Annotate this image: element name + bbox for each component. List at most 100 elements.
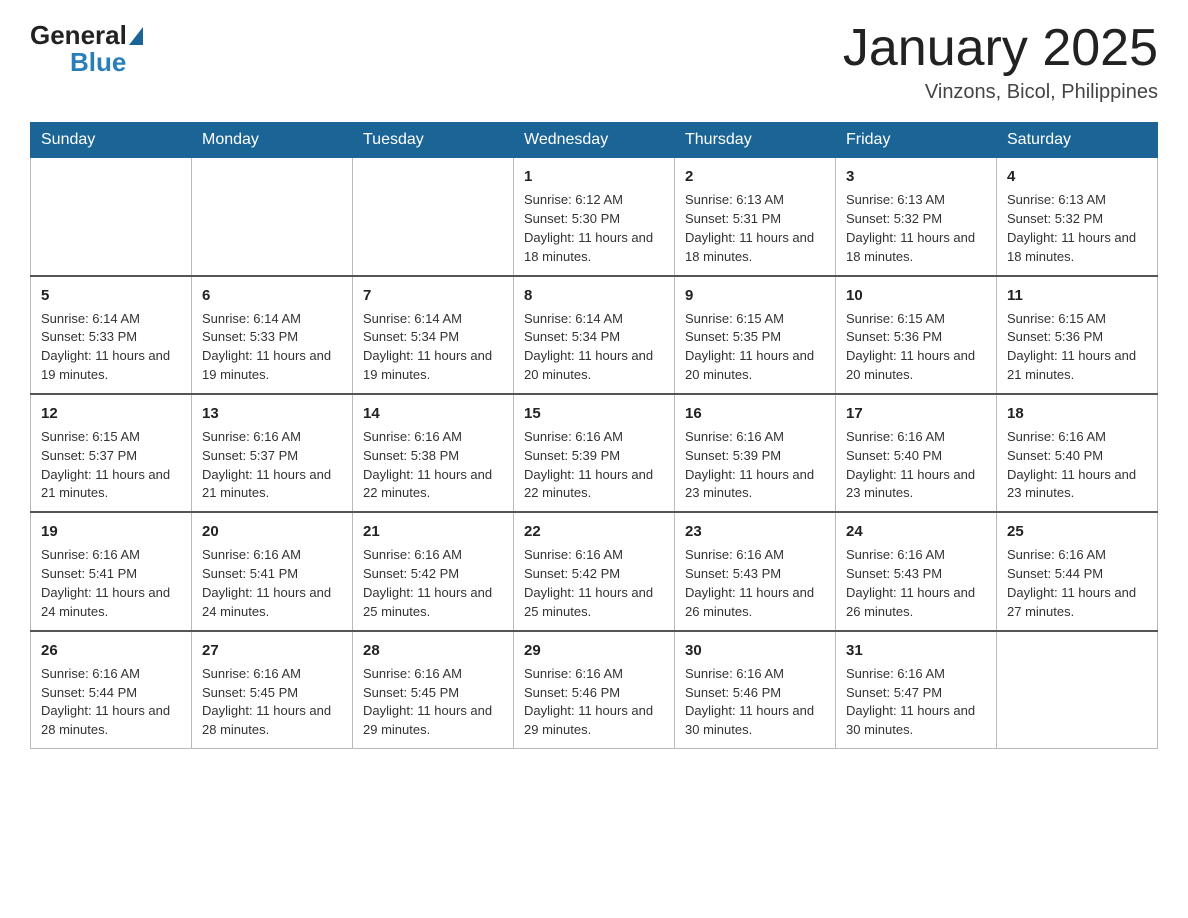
day-number: 23: [685, 521, 825, 542]
day-info: Sunrise: 6:16 AMSunset: 5:41 PMDaylight:…: [202, 546, 342, 621]
calendar-cell: 23 Sunrise: 6:16 AMSunset: 5:43 PMDayligh…: [675, 512, 836, 630]
calendar-cell: 1 Sunrise: 6:12 AMSunset: 5:30 PMDaylight…: [514, 158, 675, 276]
calendar-cell: 25 Sunrise: 6:16 AMSunset: 5:44 PMDayligh…: [997, 512, 1158, 630]
day-number: 27: [202, 640, 342, 661]
calendar-cell: 3Sunrise: 6:13 AMSunset: 5:32 PMDaylight…: [836, 158, 997, 276]
calendar-header-row: SundayMondayTuesdayWednesdayThursdayFrid…: [31, 123, 1158, 158]
day-info: Sunrise: 6:16 AMSunset: 5:43 PMDaylight:…: [846, 546, 986, 621]
calendar-cell: 5 Sunrise: 6:14 AMSunset: 5:33 PMDaylight…: [31, 276, 192, 394]
day-number: 12: [41, 403, 181, 424]
calendar-week-row-4: 19 Sunrise: 6:16 AMSunset: 5:41 PMDayligh…: [31, 512, 1158, 630]
day-info: Sunrise: 6:16 AMSunset: 5:39 PMDaylight:…: [524, 428, 664, 503]
logo-blue-text: Blue: [70, 47, 126, 78]
calendar-table: SundayMondayTuesdayWednesdayThursdayFrid…: [30, 122, 1158, 749]
day-info: Sunrise: 6:16 AMSunset: 5:43 PMDaylight:…: [685, 546, 825, 621]
calendar-cell: 17 Sunrise: 6:16 AMSunset: 5:40 PMDayligh…: [836, 394, 997, 512]
day-info: Sunrise: 6:12 AMSunset: 5:30 PMDaylight:…: [524, 191, 664, 266]
calendar-cell: 6 Sunrise: 6:14 AMSunset: 5:33 PMDaylight…: [192, 276, 353, 394]
column-header-wednesday: Wednesday: [514, 123, 675, 158]
calendar-cell: 20Sunrise: 6:16 AMSunset: 5:41 PMDayligh…: [192, 512, 353, 630]
day-info: Sunrise: 6:16 AMSunset: 5:47 PMDaylight:…: [846, 665, 986, 740]
calendar-cell: [31, 158, 192, 276]
calendar-cell: 31Sunrise: 6:16 AMSunset: 5:47 PMDayligh…: [836, 631, 997, 749]
calendar-cell: 29 Sunrise: 6:16 AMSunset: 5:46 PMDayligh…: [514, 631, 675, 749]
column-header-sunday: Sunday: [31, 123, 192, 158]
day-number: 15: [524, 403, 664, 424]
day-info: Sunrise: 6:16 AMSunset: 5:39 PMDaylight:…: [685, 428, 825, 503]
day-number: 14: [363, 403, 503, 424]
calendar-cell: 4 Sunrise: 6:13 AMSunset: 5:32 PMDaylight…: [997, 158, 1158, 276]
calendar-cell: 21 Sunrise: 6:16 AMSunset: 5:42 PMDayligh…: [353, 512, 514, 630]
day-info: Sunrise: 6:16 AMSunset: 5:44 PMDaylight:…: [41, 665, 181, 740]
day-info: Sunrise: 6:16 AMSunset: 5:45 PMDaylight:…: [363, 665, 503, 740]
day-info: Sunrise: 6:16 AMSunset: 5:42 PMDaylight:…: [524, 546, 664, 621]
day-number: 10: [846, 285, 986, 306]
calendar-cell: 12Sunrise: 6:15 AMSunset: 5:37 PMDayligh…: [31, 394, 192, 512]
day-info: Sunrise: 6:16 AMSunset: 5:38 PMDaylight:…: [363, 428, 503, 503]
calendar-cell: 19Sunrise: 6:16 AMSunset: 5:41 PMDayligh…: [31, 512, 192, 630]
logo: General Blue: [30, 20, 145, 78]
day-number: 30: [685, 640, 825, 661]
day-info: Sunrise: 6:14 AMSunset: 5:34 PMDaylight:…: [363, 310, 503, 385]
day-info: Sunrise: 6:16 AMSunset: 5:40 PMDaylight:…: [846, 428, 986, 503]
calendar-cell: 11Sunrise: 6:15 AMSunset: 5:36 PMDayligh…: [997, 276, 1158, 394]
day-info: Sunrise: 6:14 AMSunset: 5:33 PMDaylight:…: [202, 310, 342, 385]
day-number: 19: [41, 521, 181, 542]
column-header-friday: Friday: [836, 123, 997, 158]
calendar-cell: 8 Sunrise: 6:14 AMSunset: 5:34 PMDaylight…: [514, 276, 675, 394]
month-title: January 2025: [843, 20, 1158, 77]
calendar-cell: 26 Sunrise: 6:16 AMSunset: 5:44 PMDayligh…: [31, 631, 192, 749]
day-number: 17: [846, 403, 986, 424]
column-header-thursday: Thursday: [675, 123, 836, 158]
day-number: 6: [202, 285, 342, 306]
day-number: 26: [41, 640, 181, 661]
day-number: 22: [524, 521, 664, 542]
calendar-cell: [997, 631, 1158, 749]
calendar-cell: 15 Sunrise: 6:16 AMSunset: 5:39 PMDayligh…: [514, 394, 675, 512]
location-label: Vinzons, Bicol, Philippines: [843, 81, 1158, 104]
day-info: Sunrise: 6:13 AMSunset: 5:32 PMDaylight:…: [1007, 191, 1147, 266]
calendar-cell: 24 Sunrise: 6:16 AMSunset: 5:43 PMDayligh…: [836, 512, 997, 630]
column-header-saturday: Saturday: [997, 123, 1158, 158]
day-info: Sunrise: 6:13 AMSunset: 5:32 PMDaylight:…: [846, 191, 986, 266]
calendar-cell: 16 Sunrise: 6:16 AMSunset: 5:39 PMDayligh…: [675, 394, 836, 512]
calendar-cell: [192, 158, 353, 276]
calendar-cell: 18Sunrise: 6:16 AMSunset: 5:40 PMDayligh…: [997, 394, 1158, 512]
day-info: Sunrise: 6:16 AMSunset: 5:45 PMDaylight:…: [202, 665, 342, 740]
column-header-monday: Monday: [192, 123, 353, 158]
day-number: 29: [524, 640, 664, 661]
day-info: Sunrise: 6:14 AMSunset: 5:33 PMDaylight:…: [41, 310, 181, 385]
day-number: 16: [685, 403, 825, 424]
day-info: Sunrise: 6:16 AMSunset: 5:37 PMDaylight:…: [202, 428, 342, 503]
day-number: 7: [363, 285, 503, 306]
calendar-cell: [353, 158, 514, 276]
calendar-cell: 10Sunrise: 6:15 AMSunset: 5:36 PMDayligh…: [836, 276, 997, 394]
day-number: 13: [202, 403, 342, 424]
calendar-week-row-5: 26 Sunrise: 6:16 AMSunset: 5:44 PMDayligh…: [31, 631, 1158, 749]
day-info: Sunrise: 6:16 AMSunset: 5:44 PMDaylight:…: [1007, 546, 1147, 621]
day-info: Sunrise: 6:16 AMSunset: 5:46 PMDaylight:…: [685, 665, 825, 740]
day-info: Sunrise: 6:13 AMSunset: 5:31 PMDaylight:…: [685, 191, 825, 266]
day-number: 8: [524, 285, 664, 306]
calendar-week-row-3: 12Sunrise: 6:15 AMSunset: 5:37 PMDayligh…: [31, 394, 1158, 512]
day-number: 25: [1007, 521, 1147, 542]
day-info: Sunrise: 6:14 AMSunset: 5:34 PMDaylight:…: [524, 310, 664, 385]
day-number: 9: [685, 285, 825, 306]
calendar-cell: 27 Sunrise: 6:16 AMSunset: 5:45 PMDayligh…: [192, 631, 353, 749]
day-number: 24: [846, 521, 986, 542]
day-info: Sunrise: 6:16 AMSunset: 5:46 PMDaylight:…: [524, 665, 664, 740]
calendar-cell: 7 Sunrise: 6:14 AMSunset: 5:34 PMDaylight…: [353, 276, 514, 394]
calendar-cell: 28Sunrise: 6:16 AMSunset: 5:45 PMDayligh…: [353, 631, 514, 749]
day-number: 21: [363, 521, 503, 542]
day-number: 1: [524, 166, 664, 187]
calendar-week-row-2: 5 Sunrise: 6:14 AMSunset: 5:33 PMDaylight…: [31, 276, 1158, 394]
day-number: 5: [41, 285, 181, 306]
day-info: Sunrise: 6:16 AMSunset: 5:40 PMDaylight:…: [1007, 428, 1147, 503]
calendar-cell: 22 Sunrise: 6:16 AMSunset: 5:42 PMDayligh…: [514, 512, 675, 630]
day-number: 4: [1007, 166, 1147, 187]
calendar-cell: 13 Sunrise: 6:16 AMSunset: 5:37 PMDayligh…: [192, 394, 353, 512]
day-info: Sunrise: 6:16 AMSunset: 5:42 PMDaylight:…: [363, 546, 503, 621]
day-number: 2: [685, 166, 825, 187]
day-info: Sunrise: 6:15 AMSunset: 5:36 PMDaylight:…: [1007, 310, 1147, 385]
calendar-cell: 14 Sunrise: 6:16 AMSunset: 5:38 PMDayligh…: [353, 394, 514, 512]
